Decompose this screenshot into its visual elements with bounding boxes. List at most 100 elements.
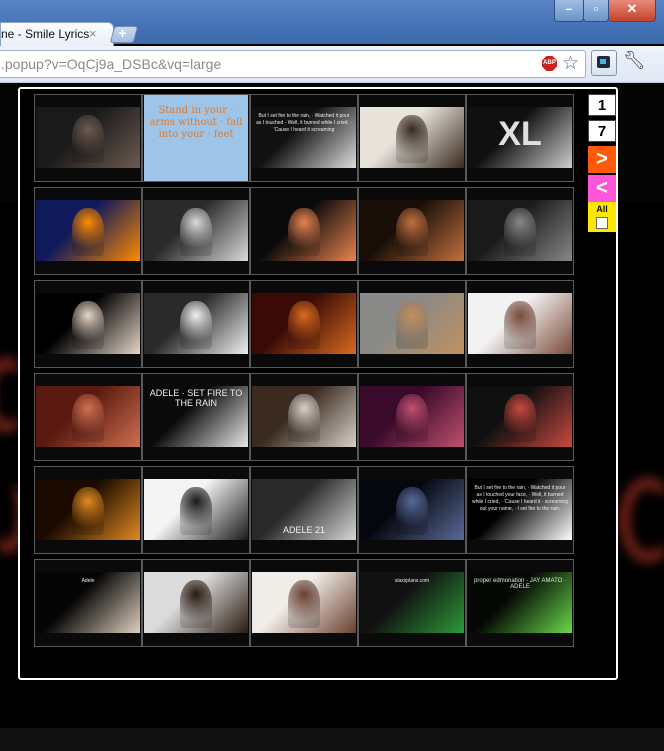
wrench-icon[interactable]: 🔧︎ bbox=[623, 50, 646, 71]
tv-icon bbox=[597, 56, 610, 68]
video-thumbnail[interactable] bbox=[142, 187, 250, 275]
maximize-icon: ▫ bbox=[593, 1, 599, 16]
thumbnail-image bbox=[36, 479, 140, 540]
thumbnail-caption: proper edmonation · JAY AMATO · ADELE bbox=[474, 578, 566, 590]
thumbnail-image: XL bbox=[468, 107, 572, 168]
thumbnail-image: ADELE 21 bbox=[252, 479, 356, 540]
thumbnail-image bbox=[252, 572, 356, 633]
adblock-icon[interactable]: ABP bbox=[542, 56, 557, 71]
thumbnail-image bbox=[36, 293, 140, 354]
thumbnail-image bbox=[252, 293, 356, 354]
video-thumbnail[interactable] bbox=[250, 373, 358, 461]
video-thumbnail[interactable]: Adele bbox=[34, 559, 142, 647]
maximize-button[interactable]: ▫ bbox=[583, 0, 609, 22]
video-thumbnail[interactable] bbox=[250, 280, 358, 368]
thumbnail-figure bbox=[72, 208, 104, 256]
browser-tab[interactable]: ne - Smile Lyrics × bbox=[0, 22, 114, 47]
video-thumbnail[interactable] bbox=[358, 466, 466, 554]
video-thumbnail[interactable]: But I set fire to the rain, · Watched it… bbox=[250, 94, 358, 182]
thumbnail-caption: XL bbox=[498, 115, 542, 153]
thumbnail-figure bbox=[396, 301, 428, 349]
thumbnail-figure bbox=[504, 208, 536, 256]
address-bar[interactable]: .popup?v=OqCj9a_DSBc&vq=large ABP ☆ bbox=[0, 50, 586, 78]
video-thumbnail[interactable] bbox=[250, 187, 358, 275]
video-thumbnail[interactable] bbox=[142, 559, 250, 647]
thumbnail-image: proper edmonation · JAY AMATO · ADELE bbox=[468, 572, 572, 633]
minimize-button[interactable]: – bbox=[554, 0, 584, 22]
video-thumbnail[interactable]: But I set fire to the rain, · Watched it… bbox=[466, 466, 574, 554]
thumbnail-image bbox=[252, 386, 356, 447]
video-thumbnail[interactable] bbox=[250, 559, 358, 647]
thumbnail-image bbox=[468, 293, 572, 354]
bookmark-star-icon[interactable]: ☆ bbox=[562, 52, 579, 75]
thumbnail-image bbox=[360, 107, 464, 168]
thumbnail-figure bbox=[288, 301, 320, 349]
thumbnail-image bbox=[144, 200, 248, 261]
video-thumbnail[interactable] bbox=[466, 187, 574, 275]
video-thumbnail[interactable] bbox=[142, 280, 250, 368]
video-thumbnail[interactable] bbox=[34, 280, 142, 368]
thumbnail-image bbox=[36, 200, 140, 261]
select-all[interactable]: All bbox=[588, 202, 616, 232]
thumbnail-image bbox=[36, 107, 140, 168]
thumbnail-figure bbox=[504, 301, 536, 349]
all-label: All bbox=[596, 204, 608, 214]
video-thumbnail[interactable]: ADELE · SET FIRE TO THE RAIN bbox=[142, 373, 250, 461]
tab-close-icon[interactable]: × bbox=[89, 26, 97, 41]
thumbnail-figure bbox=[72, 394, 104, 442]
thumbnail-caption: Stand in your · arms without · fall into… bbox=[149, 105, 243, 140]
thumbnail-image: slaxsplans.com bbox=[360, 572, 464, 633]
video-thumbnail[interactable] bbox=[358, 187, 466, 275]
thumbnail-image: But I set fire to the rain, · Watched it… bbox=[468, 479, 572, 540]
video-thumbnail[interactable] bbox=[466, 373, 574, 461]
thumbnail-caption: But I set fire to the rain, · Watched it… bbox=[256, 113, 352, 133]
video-thumbnail[interactable] bbox=[34, 373, 142, 461]
thumbnail-figure bbox=[180, 580, 212, 628]
video-thumbnail[interactable] bbox=[358, 373, 466, 461]
extension-button[interactable] bbox=[591, 50, 617, 76]
tab-title: ne - Smile Lyrics bbox=[1, 27, 90, 41]
all-checkbox[interactable] bbox=[596, 217, 608, 229]
thumbnail-image bbox=[360, 293, 464, 354]
thumbnail-image bbox=[360, 386, 464, 447]
prev-button[interactable]: < bbox=[588, 175, 616, 202]
thumbnail-figure bbox=[396, 208, 428, 256]
close-window-button[interactable]: ✕ bbox=[608, 0, 656, 22]
thumbnail-figure bbox=[288, 208, 320, 256]
thumbnail-image bbox=[468, 200, 572, 261]
video-thumbnail[interactable] bbox=[34, 94, 142, 182]
thumbnail-figure bbox=[180, 301, 212, 349]
thumbnail-figure bbox=[396, 487, 428, 535]
count-box: 1 bbox=[588, 94, 616, 116]
thumbnail-caption: ADELE · SET FIRE TO THE RAIN bbox=[149, 388, 243, 408]
thumbnail-figure bbox=[72, 115, 104, 163]
video-thumbnail[interactable] bbox=[34, 466, 142, 554]
thumbnail-image: But I set fire to the rain, · Watched it… bbox=[252, 107, 356, 168]
thumbnail-image bbox=[144, 479, 248, 540]
video-thumbnail[interactable] bbox=[34, 187, 142, 275]
page-footer-strip bbox=[0, 728, 664, 751]
video-thumbnail[interactable] bbox=[466, 280, 574, 368]
thumbnail-popup: Stand in your · arms without · fall into… bbox=[18, 87, 618, 680]
thumbnail-figure bbox=[72, 487, 104, 535]
video-thumbnail[interactable]: proper edmonation · JAY AMATO · ADELE bbox=[466, 559, 574, 647]
thumbnail-caption: Adele bbox=[81, 578, 95, 584]
video-thumbnail[interactable] bbox=[358, 94, 466, 182]
video-thumbnail[interactable]: Stand in your · arms without · fall into… bbox=[142, 94, 250, 182]
next-button[interactable]: > bbox=[588, 146, 616, 173]
thumbnail-image bbox=[144, 293, 248, 354]
video-thumbnail[interactable]: ADELE 21 bbox=[250, 466, 358, 554]
close-icon: ✕ bbox=[626, 1, 638, 16]
new-tab-button[interactable]: + bbox=[109, 25, 139, 43]
thumbnail-image: ADELE · SET FIRE TO THE RAIN bbox=[144, 386, 248, 447]
thumbnail-figure bbox=[504, 394, 536, 442]
thumbnail-caption: ADELE 21 bbox=[282, 525, 326, 535]
thumbnail-figure bbox=[72, 301, 104, 349]
thumbnail-image bbox=[468, 386, 572, 447]
video-thumbnail[interactable] bbox=[142, 466, 250, 554]
thumbnail-image bbox=[360, 200, 464, 261]
video-thumbnail[interactable]: slaxsplans.com bbox=[358, 559, 466, 647]
video-thumbnail[interactable]: XL bbox=[466, 94, 574, 182]
plus-icon: + bbox=[118, 25, 127, 41]
video-thumbnail[interactable] bbox=[358, 280, 466, 368]
